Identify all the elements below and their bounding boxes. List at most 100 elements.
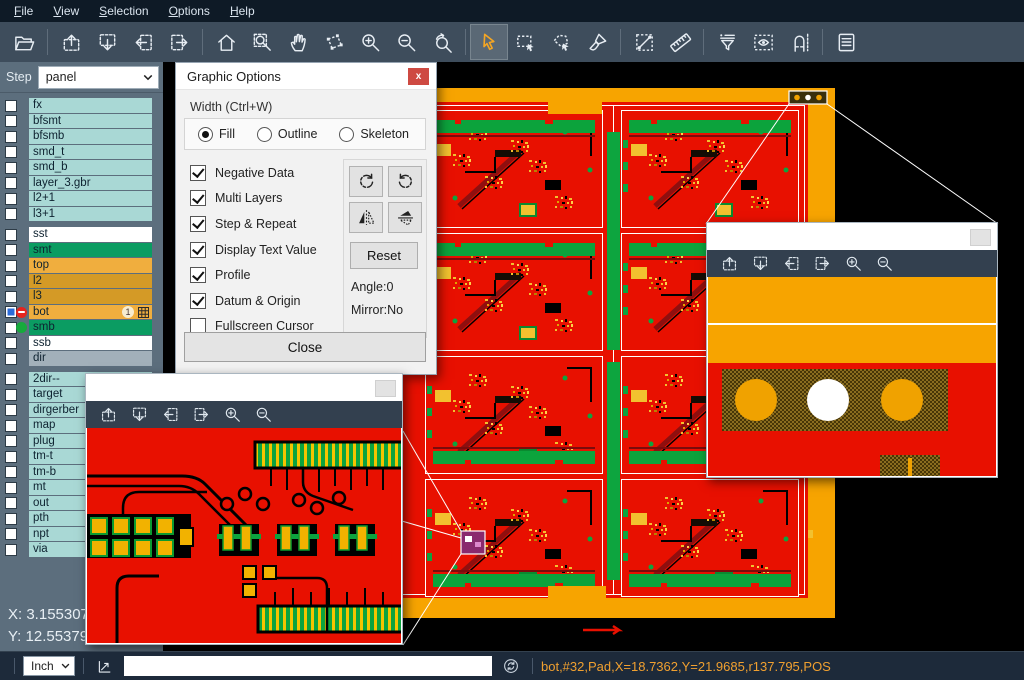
move-left-button[interactable] [155,403,186,427]
transform-select-button[interactable] [316,25,352,59]
rotate-ccw-button[interactable] [388,166,422,197]
fill-radio[interactable]: Fill [198,127,235,142]
layer-chip[interactable]: bfsmb [29,129,152,144]
negative-data-checkbox[interactable]: Negative Data [190,160,317,186]
reset-button[interactable]: Reset [350,242,418,269]
close-button[interactable]: Close [184,332,426,362]
layer-checkbox[interactable] [5,260,17,272]
rotate-cw-button[interactable] [349,166,383,197]
layer-checkbox[interactable] [5,373,17,385]
layer-checkbox[interactable] [5,451,17,463]
select-pointer-button[interactable] [471,25,507,59]
move-right-button[interactable] [186,403,217,427]
l2+1-layer-row[interactable]: l2+1 [0,191,163,207]
move-up-button[interactable] [714,252,745,276]
move-right-button[interactable] [807,252,838,276]
layer-chip[interactable]: dir [29,351,152,366]
layer-chip[interactable]: smd_t [29,145,152,160]
layer-checkbox[interactable] [5,275,17,287]
l2-layer-row[interactable]: l2 [0,274,163,290]
zoom-out-button[interactable] [248,403,279,427]
right-magnifier-titlebar[interactable] [707,223,997,250]
move-right-button[interactable] [161,25,197,59]
layer-checkbox[interactable] [5,100,17,112]
l3+1-layer-row[interactable]: l3+1 [0,207,163,223]
right-magnifier-view[interactable] [708,277,996,476]
skeleton-radio[interactable]: Skeleton [339,127,409,142]
layer-checkbox[interactable] [5,389,17,401]
left-magnifier-titlebar[interactable] [86,374,402,401]
zoom-out-button[interactable] [388,25,424,59]
layer-checkbox[interactable] [5,193,17,205]
profile-checkbox[interactable]: Profile [190,262,317,288]
snap-magnet-button[interactable] [781,25,817,59]
layer-chip[interactable]: bot 1 [29,305,152,320]
step-select[interactable]: panel [38,66,159,89]
bot-layer-row[interactable]: bot 1 [0,305,163,321]
dir-layer-row[interactable]: dir [0,351,163,367]
layer-chip[interactable]: sst [29,227,152,242]
command-input[interactable] [124,656,492,676]
smd_b-layer-row[interactable]: smd_b [0,160,163,176]
window-button[interactable] [375,380,396,397]
layer-checkbox[interactable] [5,177,17,189]
move-down-button[interactable] [89,25,125,59]
home-view-button[interactable] [208,25,244,59]
layer-checkbox[interactable] [5,337,17,349]
layer-chip[interactable]: l3+1 [29,207,152,222]
fx-layer-row[interactable]: fx [0,98,163,114]
l3-layer-row[interactable]: l3 [0,289,163,305]
filter-button[interactable] [709,25,745,59]
options-menu[interactable]: Options [159,1,220,21]
layer-checkbox[interactable] [5,353,17,365]
zoom-in-button[interactable] [352,25,388,59]
zoom-window-button[interactable] [244,25,280,59]
layer-chip[interactable]: ssb [29,336,152,351]
bfsmt-layer-row[interactable]: bfsmt [0,114,163,130]
file-menu[interactable]: File [4,1,43,21]
window-button[interactable] [970,229,991,246]
dialog-titlebar[interactable]: Graphic Options [176,63,436,90]
clean-brush-button[interactable] [579,25,615,59]
layer-chip[interactable]: l2 [29,274,152,289]
step-repeat-checkbox[interactable]: Step & Repeat [190,211,317,237]
layer-checkbox[interactable] [5,291,17,303]
layer-chip[interactable]: fx [29,98,152,113]
smb-layer-row[interactable]: smb [0,320,163,336]
highlight-view-button[interactable] [745,25,781,59]
layer-checkbox[interactable] [5,466,17,478]
layer-chip[interactable]: layer_3.gbr [29,176,152,191]
move-left-button[interactable] [776,252,807,276]
move-up-button[interactable] [93,403,124,427]
layer-chip[interactable]: smt [29,243,152,258]
layer-chip[interactable]: top [29,258,152,273]
measure-distance-button[interactable] [626,25,662,59]
zoom-previous-button[interactable] [424,25,460,59]
layer-checkbox[interactable] [5,244,17,256]
view-menu[interactable]: View [43,1,89,21]
unit-select[interactable]: Inch [23,656,75,676]
sst-layer-row[interactable]: sst [0,227,163,243]
mirror-horizontal-button[interactable] [349,202,383,233]
select-polygon-button[interactable] [543,25,579,59]
move-left-button[interactable] [125,25,161,59]
zoom-in-button[interactable] [217,403,248,427]
left-magnifier-view[interactable] [87,428,401,643]
smt-layer-row[interactable]: smt [0,243,163,259]
layer-checkbox[interactable] [5,115,17,127]
pan-hand-button[interactable] [280,25,316,59]
layer-checkbox[interactable] [5,482,17,494]
zoom-out-button[interactable] [869,252,900,276]
datum-origin-checkbox[interactable]: Datum & Origin [190,288,317,314]
move-down-button[interactable] [124,403,155,427]
layer-chip[interactable]: smd_b [29,160,152,175]
layer-checkbox[interactable] [5,528,17,540]
layer_3.gbr-layer-row[interactable]: layer_3.gbr [0,176,163,192]
move-up-button[interactable] [53,25,89,59]
layer-checkbox[interactable] [5,544,17,556]
ssb-layer-row[interactable]: ssb [0,336,163,352]
outline-radio[interactable]: Outline [257,127,318,142]
move-down-button[interactable] [745,252,776,276]
dialog-close-button[interactable]: x [408,68,429,85]
display-text-value-checkbox[interactable]: Display Text Value [190,237,317,263]
